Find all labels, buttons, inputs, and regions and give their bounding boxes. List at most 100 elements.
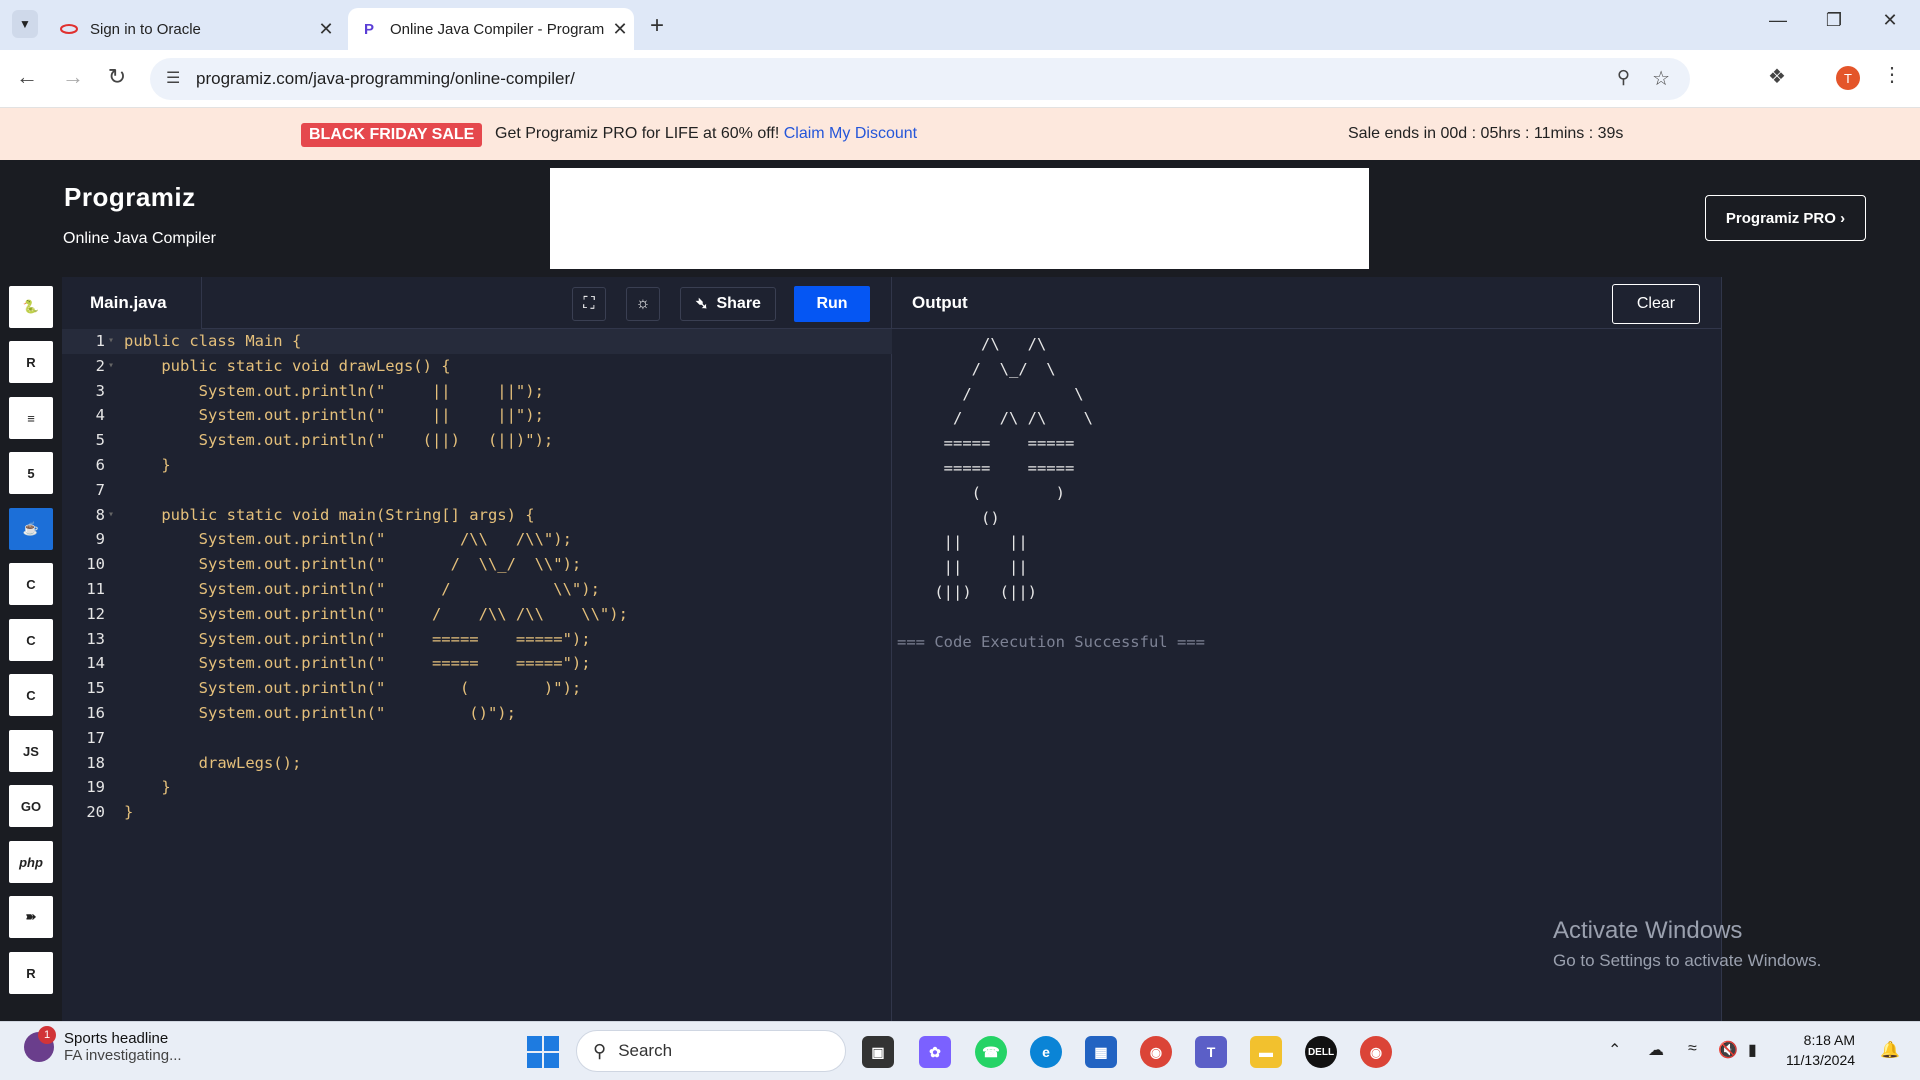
- code-line[interactable]: 13 System.out.println(" ===== =====");: [62, 627, 892, 652]
- tab-compiler[interactable]: P Online Java Compiler - Program ✕: [348, 8, 634, 50]
- code-line[interactable]: 4 System.out.println(" || ||");: [62, 403, 892, 428]
- code-line[interactable]: 14 System.out.println(" ===== =====");: [62, 651, 892, 676]
- r-icon[interactable]: R: [9, 341, 53, 383]
- right-blank-area: [1722, 277, 1920, 1021]
- code-line[interactable]: 18 drawLegs();: [62, 751, 892, 776]
- fold-arrow-icon[interactable]: ▾: [108, 503, 114, 528]
- forward-button[interactable]: →: [58, 64, 88, 90]
- output-line: || ||: [897, 558, 1028, 577]
- tab-oracle[interactable]: Sign in to Oracle ✕: [50, 8, 340, 50]
- close-tab-icon[interactable]: ✕: [312, 19, 340, 40]
- code-line[interactable]: 20}: [62, 800, 892, 825]
- c-icon[interactable]: C: [9, 563, 53, 605]
- new-tab-button[interactable]: +: [650, 12, 664, 40]
- code-line[interactable]: 6 }: [62, 453, 892, 478]
- output-console: /\ /\ / \_/ \ / \ / /\ /\ \ ===== ===== …: [897, 332, 1205, 654]
- rust-icon[interactable]: R: [9, 952, 53, 994]
- sql-icon[interactable]: ≡: [9, 397, 53, 439]
- code-line[interactable]: 5 System.out.println(" (||) (||)");: [62, 428, 892, 453]
- code-text: System.out.println(" || ||");: [124, 381, 544, 400]
- code-line[interactable]: 1 ▾ public class Main {: [62, 329, 892, 354]
- code-area[interactable]: 1 ▾ public class Main {2 ▾ public static vo…: [62, 329, 892, 825]
- taskbar-search[interactable]: ⚲ Search: [576, 1030, 846, 1072]
- browser-menu-icon[interactable]: ⋮: [1882, 62, 1902, 87]
- chrome-active-icon[interactable]: ◉: [1360, 1036, 1392, 1068]
- back-button[interactable]: ←: [12, 64, 42, 90]
- chrome-icon[interactable]: ◉: [1140, 1036, 1172, 1068]
- restore-button[interactable]: ❐: [1814, 10, 1854, 31]
- code-line[interactable]: 17: [62, 726, 892, 751]
- php-icon[interactable]: php: [9, 841, 53, 883]
- onedrive-icon[interactable]: ☁: [1648, 1040, 1664, 1060]
- fold-arrow-icon[interactable]: ▾: [108, 329, 114, 354]
- news-widget[interactable]: 1 Sports headline FA investigating...: [24, 1026, 182, 1064]
- line-number: 19: [86, 778, 105, 797]
- swift-icon[interactable]: ➽: [9, 896, 53, 938]
- programiz-pro-button[interactable]: Programiz PRO ›: [1705, 195, 1866, 241]
- whatsapp-icon[interactable]: ☎: [975, 1036, 1007, 1068]
- programiz-logo[interactable]: Programiz: [64, 182, 196, 213]
- code-line[interactable]: 11 System.out.println(" / \\");: [62, 577, 892, 602]
- go-icon[interactable]: GO: [9, 785, 53, 827]
- edge-icon[interactable]: e: [1030, 1036, 1062, 1068]
- windows-taskbar: 1 Sports headline FA investigating... ⚲ …: [0, 1021, 1920, 1080]
- battery-icon[interactable]: ▮: [1748, 1040, 1757, 1060]
- extensions-icon[interactable]: ❖: [1768, 64, 1786, 89]
- close-tab-icon[interactable]: ✕: [606, 19, 634, 40]
- bookmark-star-icon[interactable]: ☆: [1652, 66, 1670, 91]
- copilot-icon[interactable]: ✿: [919, 1036, 951, 1068]
- store-icon[interactable]: ▦: [1085, 1036, 1117, 1068]
- java-icon[interactable]: ☕: [9, 508, 53, 550]
- run-button[interactable]: Run: [794, 286, 870, 322]
- file-explorer-icon[interactable]: ▬: [1250, 1036, 1282, 1068]
- activate-windows-watermark: Activate Windows Go to Settings to activ…: [1553, 917, 1821, 971]
- js-icon[interactable]: JS: [9, 730, 53, 772]
- volume-muted-icon[interactable]: 🔇: [1718, 1040, 1738, 1060]
- python-icon[interactable]: 🐍: [9, 286, 53, 328]
- wifi-icon[interactable]: ≈: [1688, 1040, 1697, 1058]
- news-badge: 1: [38, 1026, 56, 1044]
- code-line[interactable]: 15 System.out.println(" ( )");: [62, 676, 892, 701]
- code-line[interactable]: 7: [62, 478, 892, 503]
- teams-icon[interactable]: T: [1195, 1036, 1227, 1068]
- code-line[interactable]: 10 System.out.println(" / \\_/ \\");: [62, 552, 892, 577]
- clear-button[interactable]: Clear: [1612, 284, 1700, 324]
- zoom-icon[interactable]: ⚲: [1617, 67, 1630, 88]
- html-icon[interactable]: 5: [9, 452, 53, 494]
- close-window-button[interactable]: ✕: [1870, 10, 1910, 31]
- code-line[interactable]: 12 System.out.println(" / /\\ /\\ \\");: [62, 602, 892, 627]
- tab-search-button[interactable]: ▼: [12, 10, 38, 38]
- line-number: 5: [95, 431, 105, 450]
- start-button[interactable]: [527, 1036, 559, 1068]
- line-number: 15: [86, 679, 105, 698]
- code-line[interactable]: 9 System.out.println(" /\\ /\\");: [62, 527, 892, 552]
- code-line[interactable]: 2 ▾ public static void drawLegs() {: [62, 354, 892, 379]
- fold-arrow-icon[interactable]: ▾: [108, 354, 114, 379]
- code-line[interactable]: 8 ▾ public static void main(String[] args…: [62, 503, 892, 528]
- show-hidden-icons[interactable]: ⌃: [1608, 1040, 1621, 1060]
- code-line[interactable]: 16 System.out.println(" ()");: [62, 701, 892, 726]
- code-line[interactable]: 19 }: [62, 775, 892, 800]
- minimize-button[interactable]: —: [1758, 10, 1798, 31]
- file-tab-main-java[interactable]: Main.java: [62, 277, 202, 329]
- line-number: 12: [86, 604, 105, 623]
- output-line: (): [897, 508, 1000, 527]
- profile-avatar[interactable]: T: [1836, 66, 1860, 90]
- notifications-icon[interactable]: 🔔: [1880, 1040, 1900, 1060]
- cpp-icon[interactable]: C: [9, 619, 53, 661]
- fullscreen-icon[interactable]: ⛶: [572, 287, 606, 321]
- claim-discount-link[interactable]: Claim My Discount: [784, 125, 917, 142]
- code-text: public class Main {: [124, 332, 302, 350]
- reload-button[interactable]: ↻: [102, 64, 132, 90]
- system-clock[interactable]: 8:18 AM 11/13/2024: [1786, 1030, 1855, 1070]
- code-line[interactable]: 3 System.out.println(" || ||");: [62, 379, 892, 404]
- theme-toggle-icon[interactable]: ☼: [626, 287, 660, 321]
- output-line: (||) (||): [897, 582, 1037, 601]
- site-info-icon[interactable]: ☰: [166, 68, 180, 88]
- share-button[interactable]: ➴ Share: [680, 287, 776, 321]
- csharp-icon[interactable]: C: [9, 674, 53, 716]
- task-view-icon[interactable]: ▣: [862, 1036, 894, 1068]
- url-field[interactable]: ☰ programiz.com/java-programming/online-…: [150, 58, 1690, 100]
- dell-icon[interactable]: DELL: [1305, 1036, 1337, 1068]
